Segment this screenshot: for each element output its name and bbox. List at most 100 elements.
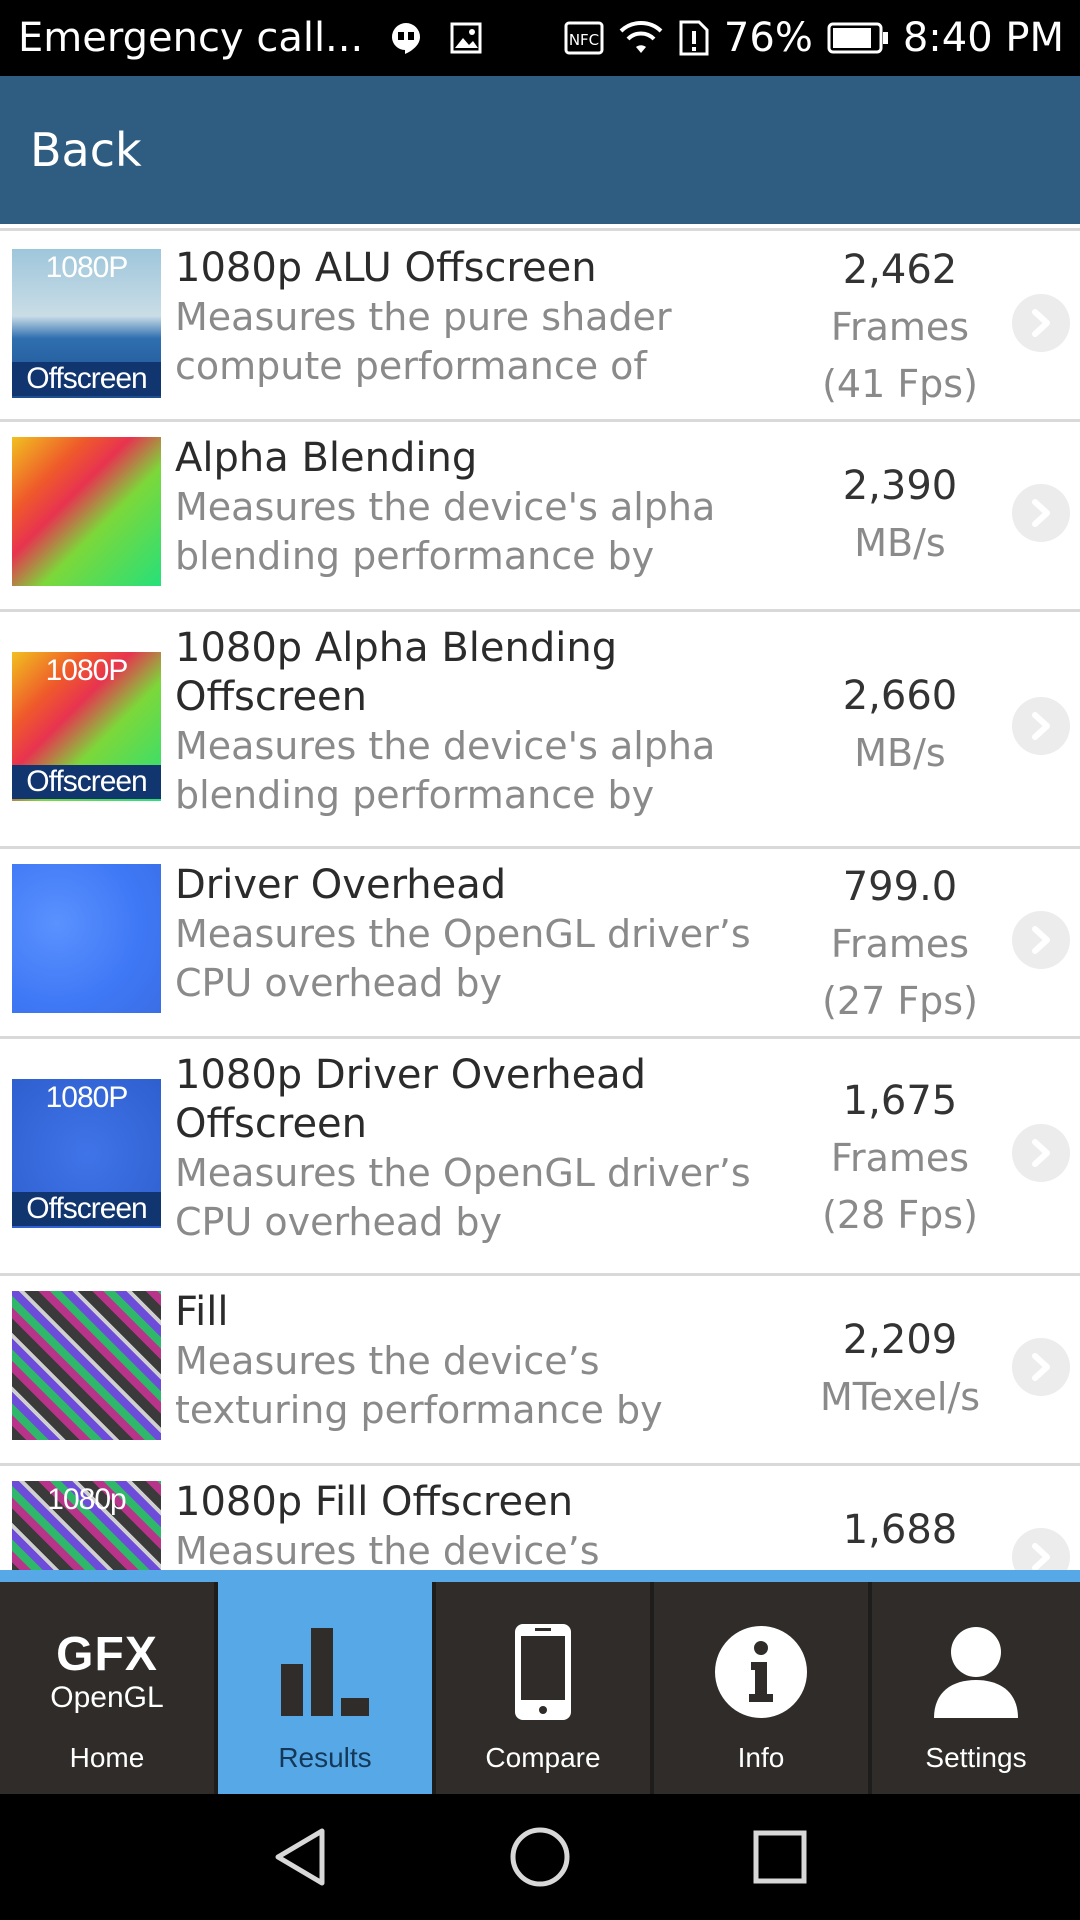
- result-row[interactable]: Fill Measures the device’s texturing perf…: [0, 1276, 1080, 1466]
- score-value: 1,675: [842, 1078, 958, 1124]
- nav-settings[interactable]: Settings: [872, 1582, 1080, 1794]
- score-unit: Frames: [830, 922, 970, 966]
- result-text: 1080p Alpha Blending Offscreen Measures t…: [175, 624, 775, 820]
- test-score: 2,209 MTexel/s: [800, 1312, 1000, 1426]
- thumbnail-resolution-label: 1080p: [47, 1483, 126, 1516]
- gfx-logo-text: GFX: [56, 1628, 158, 1681]
- thumbnail-resolution-label: 1080P: [45, 1081, 129, 1114]
- score-unit: MTexel/s: [819, 1375, 981, 1419]
- test-description: Measures the device's alpha blending per…: [175, 724, 716, 817]
- score-unit: (41 Fps): [822, 362, 978, 406]
- test-description: Measures the pure shader compute perform…: [175, 295, 672, 388]
- nav-home-label: Home: [69, 1742, 145, 1773]
- test-description: Measures the device's alpha blending per…: [175, 485, 716, 578]
- back-button[interactable]: Back: [30, 76, 142, 224]
- bar-chart-icon: [218, 1622, 432, 1722]
- thumbnail-offscreen-label: Offscreen: [12, 362, 161, 396]
- result-row[interactable]: Driver Overhead Measures the OpenGL drive…: [0, 849, 1080, 1039]
- result-row[interactable]: 1080P Offscreen 1080p Alpha Blending Offsc…: [0, 612, 1080, 849]
- score-value: 1,688: [842, 1507, 958, 1553]
- thumbnail-resolution-label: 1080P: [45, 654, 129, 687]
- test-title: 1080p Driver Overhead Offscreen: [175, 1052, 647, 1147]
- chevron-right-icon[interactable]: [1012, 911, 1070, 969]
- sim-alert-icon: [678, 19, 710, 57]
- score-unit: Frames: [830, 305, 970, 349]
- score-value: 2,209: [842, 1317, 958, 1363]
- test-thumbnail: 1080P Offscreen: [12, 652, 161, 801]
- chevron-right-icon[interactable]: [1012, 1528, 1070, 1570]
- test-thumbnail: 1080P Offscreen: [12, 1079, 161, 1228]
- test-score: 799.0 Frames (27 Fps): [800, 859, 1000, 1030]
- result-text: Fill Measures the device’s texturing perf…: [175, 1288, 775, 1435]
- test-title: 1080p Fill Offscreen: [175, 1479, 574, 1525]
- app-bar: Back: [0, 76, 1080, 224]
- chevron-right-icon[interactable]: [1012, 697, 1070, 755]
- clock: 8:40 PM: [902, 15, 1064, 61]
- back-triangle-icon[interactable]: [240, 1794, 360, 1920]
- chevron-right-icon[interactable]: [1012, 294, 1070, 352]
- battery-percent: 76%: [723, 15, 813, 61]
- home-circle-icon[interactable]: [480, 1794, 600, 1920]
- result-text: 1080p ALU Offscreen Measures the pure sha…: [175, 244, 775, 391]
- result-row[interactable]: 1080P Offscreen 1080p Driver Overhead Offs…: [0, 1039, 1080, 1276]
- test-thumbnail: [12, 1291, 161, 1440]
- wifi-icon: [618, 20, 664, 56]
- score-unit: (28 Fps): [822, 1193, 978, 1237]
- result-text: Alpha Blending Measures the device's alph…: [175, 434, 775, 581]
- status-bar: Emergency call... NFC 76% 8:40 PM: [0, 0, 1080, 76]
- test-score: 2,390 MB/s: [800, 458, 1000, 572]
- result-text: 1080p Fill Offscreen Measures the device’…: [175, 1478, 775, 1570]
- result-row[interactable]: 1080p 1080p Fill Offscreen Measures the de…: [0, 1466, 1080, 1570]
- result-row[interactable]: Alpha Blending Measures the device's alph…: [0, 422, 1080, 612]
- carrier-text: Emergency call...: [18, 15, 364, 61]
- score-value: 2,390: [842, 463, 958, 509]
- score-unit: MTexel/s: [800, 1559, 1000, 1570]
- results-list[interactable]: 1080P Offscreen 1080p ALU Offscreen Measure…: [0, 224, 1080, 1570]
- bottom-nav: GFX OpenGL Home Results Compare Info Set…: [0, 1570, 1080, 1794]
- test-thumbnail: 1080p: [12, 1481, 161, 1570]
- score-unit: MB/s: [854, 731, 946, 775]
- nfc-icon: NFC: [564, 21, 604, 55]
- nav-results-label: Results: [278, 1742, 372, 1773]
- test-thumbnail: 1080P Offscreen: [12, 249, 161, 398]
- nav-results[interactable]: Results: [218, 1582, 432, 1794]
- score-unit: MB/s: [854, 521, 946, 565]
- test-title: 1080p Alpha Blending Offscreen: [175, 625, 618, 720]
- score-unit: (27 Fps): [822, 979, 978, 1023]
- test-title: Driver Overhead: [175, 862, 507, 908]
- test-thumbnail: [12, 864, 161, 1013]
- test-score: 1,675 Frames (28 Fps): [800, 1073, 1000, 1244]
- test-description: Measures the device’s: [175, 1529, 600, 1570]
- nav-info-label: Info: [737, 1742, 785, 1773]
- phone-icon: [436, 1622, 650, 1722]
- chevron-right-icon[interactable]: [1012, 484, 1070, 542]
- score-value: 2,462: [842, 247, 958, 293]
- nav-info[interactable]: Info: [654, 1582, 868, 1794]
- nav-compare[interactable]: Compare: [436, 1582, 650, 1794]
- info-icon: [654, 1622, 868, 1722]
- test-score: 1,688 MTexel/s: [800, 1502, 1000, 1570]
- status-left: Emergency call...: [18, 0, 483, 76]
- result-text: 1080p Driver Overhead Offscreen Measures …: [175, 1051, 775, 1247]
- test-title: Fill: [175, 1289, 229, 1335]
- test-title: 1080p ALU Offscreen: [175, 245, 597, 291]
- score-value: 799.0: [842, 864, 958, 910]
- result-row[interactable]: 1080P Offscreen 1080p ALU Offscreen Measure…: [0, 232, 1080, 422]
- battery-icon: [827, 21, 889, 55]
- result-text: Driver Overhead Measures the OpenGL drive…: [175, 861, 775, 1008]
- status-right: NFC 76% 8:40 PM: [564, 0, 1064, 76]
- recents-square-icon[interactable]: [720, 1794, 840, 1920]
- svg-text:NFC: NFC: [569, 31, 599, 49]
- score-value: 2,660: [842, 673, 958, 719]
- score-unit: Frames: [830, 1136, 970, 1180]
- test-description: Measures the OpenGL driver’s CPU overhea…: [175, 912, 751, 1005]
- chevron-right-icon[interactable]: [1012, 1338, 1070, 1396]
- nav-settings-label: Settings: [925, 1742, 1027, 1773]
- test-description: Measures the device’s texturing performa…: [175, 1339, 663, 1432]
- list-divider: [0, 228, 1080, 231]
- test-score: 2,660 MB/s: [800, 668, 1000, 782]
- opengl-logo-text: OpenGL: [50, 1681, 164, 1714]
- chevron-right-icon[interactable]: [1012, 1124, 1070, 1182]
- test-description: Measures the OpenGL driver’s CPU overhea…: [175, 1151, 751, 1244]
- nav-home[interactable]: GFX OpenGL Home: [0, 1582, 214, 1794]
